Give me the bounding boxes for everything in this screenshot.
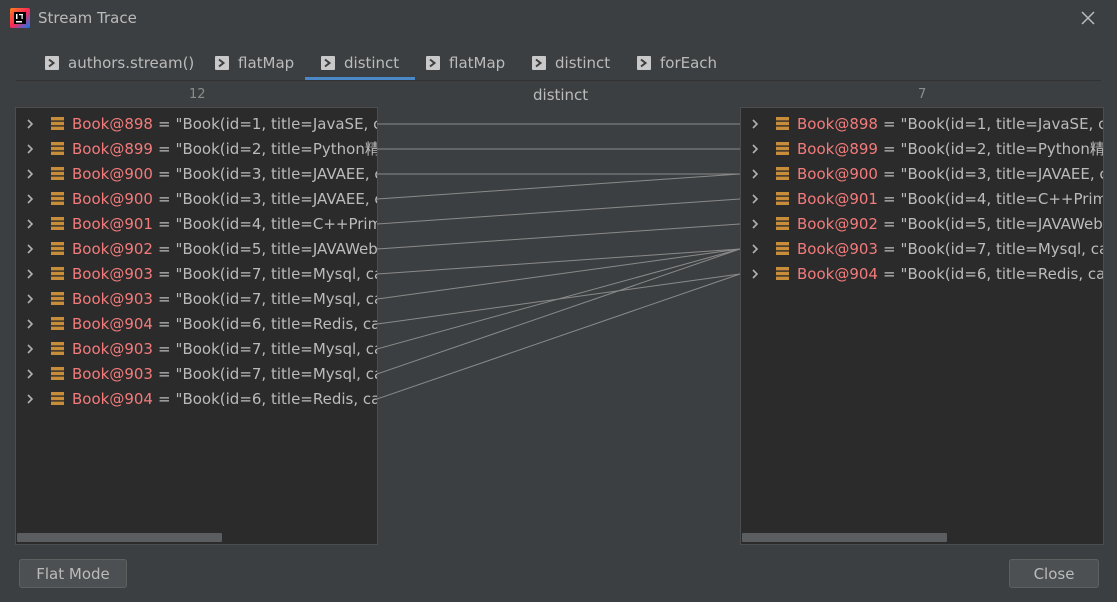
- object-reference: Book@900: [797, 164, 878, 183]
- value-row[interactable]: Book@900="Book(id=3, title=JAVAEE, categ…: [741, 161, 1103, 186]
- equals-sign: =: [882, 214, 896, 233]
- mapping-link: [376, 173, 741, 200]
- value-row[interactable]: Book@903="Book(id=7, title=Mysql, catego…: [741, 236, 1103, 261]
- field-stack-icon: [776, 267, 789, 280]
- equals-sign: =: [882, 114, 896, 133]
- field-stack-icon: [776, 117, 789, 130]
- object-reference: Book@903: [797, 239, 878, 258]
- object-value: "Book(id=6, title=Redis, category=: [900, 264, 1104, 283]
- chevron-right-icon[interactable]: [750, 243, 760, 254]
- field-stack-icon: [776, 217, 789, 230]
- field-stack-icon: [776, 192, 789, 205]
- object-reference: Book@904: [797, 264, 878, 283]
- object-value: "Book(id=2, title=Python精通, category=: [900, 140, 1104, 158]
- object-value: "Book(id=5, title=JAVAWeb, category=: [900, 214, 1104, 233]
- object-value: "Book(id=4, title=C++Prime, category=: [900, 189, 1103, 208]
- mapping-link: [376, 248, 741, 350]
- object-reference: Book@901: [797, 189, 878, 208]
- equals-sign: =: [882, 264, 896, 283]
- mapping-link: [376, 223, 741, 250]
- flat-mode-button[interactable]: Flat Mode: [19, 559, 127, 588]
- object-reference: Book@902: [797, 214, 878, 233]
- mapping-link: [376, 248, 741, 275]
- object-value: "Book(id=7, title=Mysql, category=: [900, 239, 1103, 258]
- object-reference: Book@898: [797, 114, 878, 133]
- mapping-link: [376, 248, 741, 300]
- equals-sign: =: [882, 139, 896, 158]
- field-stack-icon: [776, 142, 789, 155]
- value-row[interactable]: Book@899="Book(id=2, title=Python精通, cat…: [741, 136, 1104, 161]
- object-value: "Book(id=3, title=JAVAEE, category=: [900, 164, 1103, 183]
- close-button[interactable]: Close: [1009, 559, 1099, 588]
- object-reference: Book@899: [797, 139, 878, 158]
- value-row[interactable]: Book@904="Book(id=6, title=Redis, catego…: [741, 261, 1104, 286]
- equals-sign: =: [882, 239, 896, 258]
- field-stack-icon: [776, 242, 789, 255]
- chevron-right-icon[interactable]: [750, 193, 760, 204]
- horizontal-scrollbar[interactable]: [742, 533, 947, 542]
- chevron-right-icon[interactable]: [750, 143, 760, 154]
- field-stack-icon: [776, 167, 789, 180]
- mapping-link: [376, 248, 741, 375]
- mapping-link: [376, 273, 741, 400]
- equals-sign: =: [882, 189, 896, 208]
- mapping-link: [376, 198, 741, 225]
- value-row[interactable]: Book@901="Book(id=4, title=C++Prime, cat…: [741, 186, 1103, 211]
- output-values-panel[interactable]: Book@898="Book(id=1, title=JavaSE, categ…: [740, 107, 1104, 545]
- equals-sign: =: [882, 164, 896, 183]
- value-row[interactable]: Book@902="Book(id=5, title=JAVAWeb, cate…: [741, 211, 1104, 236]
- value-row[interactable]: Book@898="Book(id=1, title=JavaSE, categ…: [741, 111, 1103, 136]
- object-value: "Book(id=1, title=JavaSE, category=: [900, 114, 1103, 133]
- chevron-right-icon[interactable]: [750, 168, 760, 179]
- chevron-right-icon[interactable]: [750, 268, 760, 279]
- chevron-right-icon[interactable]: [750, 218, 760, 229]
- chevron-right-icon[interactable]: [750, 118, 760, 129]
